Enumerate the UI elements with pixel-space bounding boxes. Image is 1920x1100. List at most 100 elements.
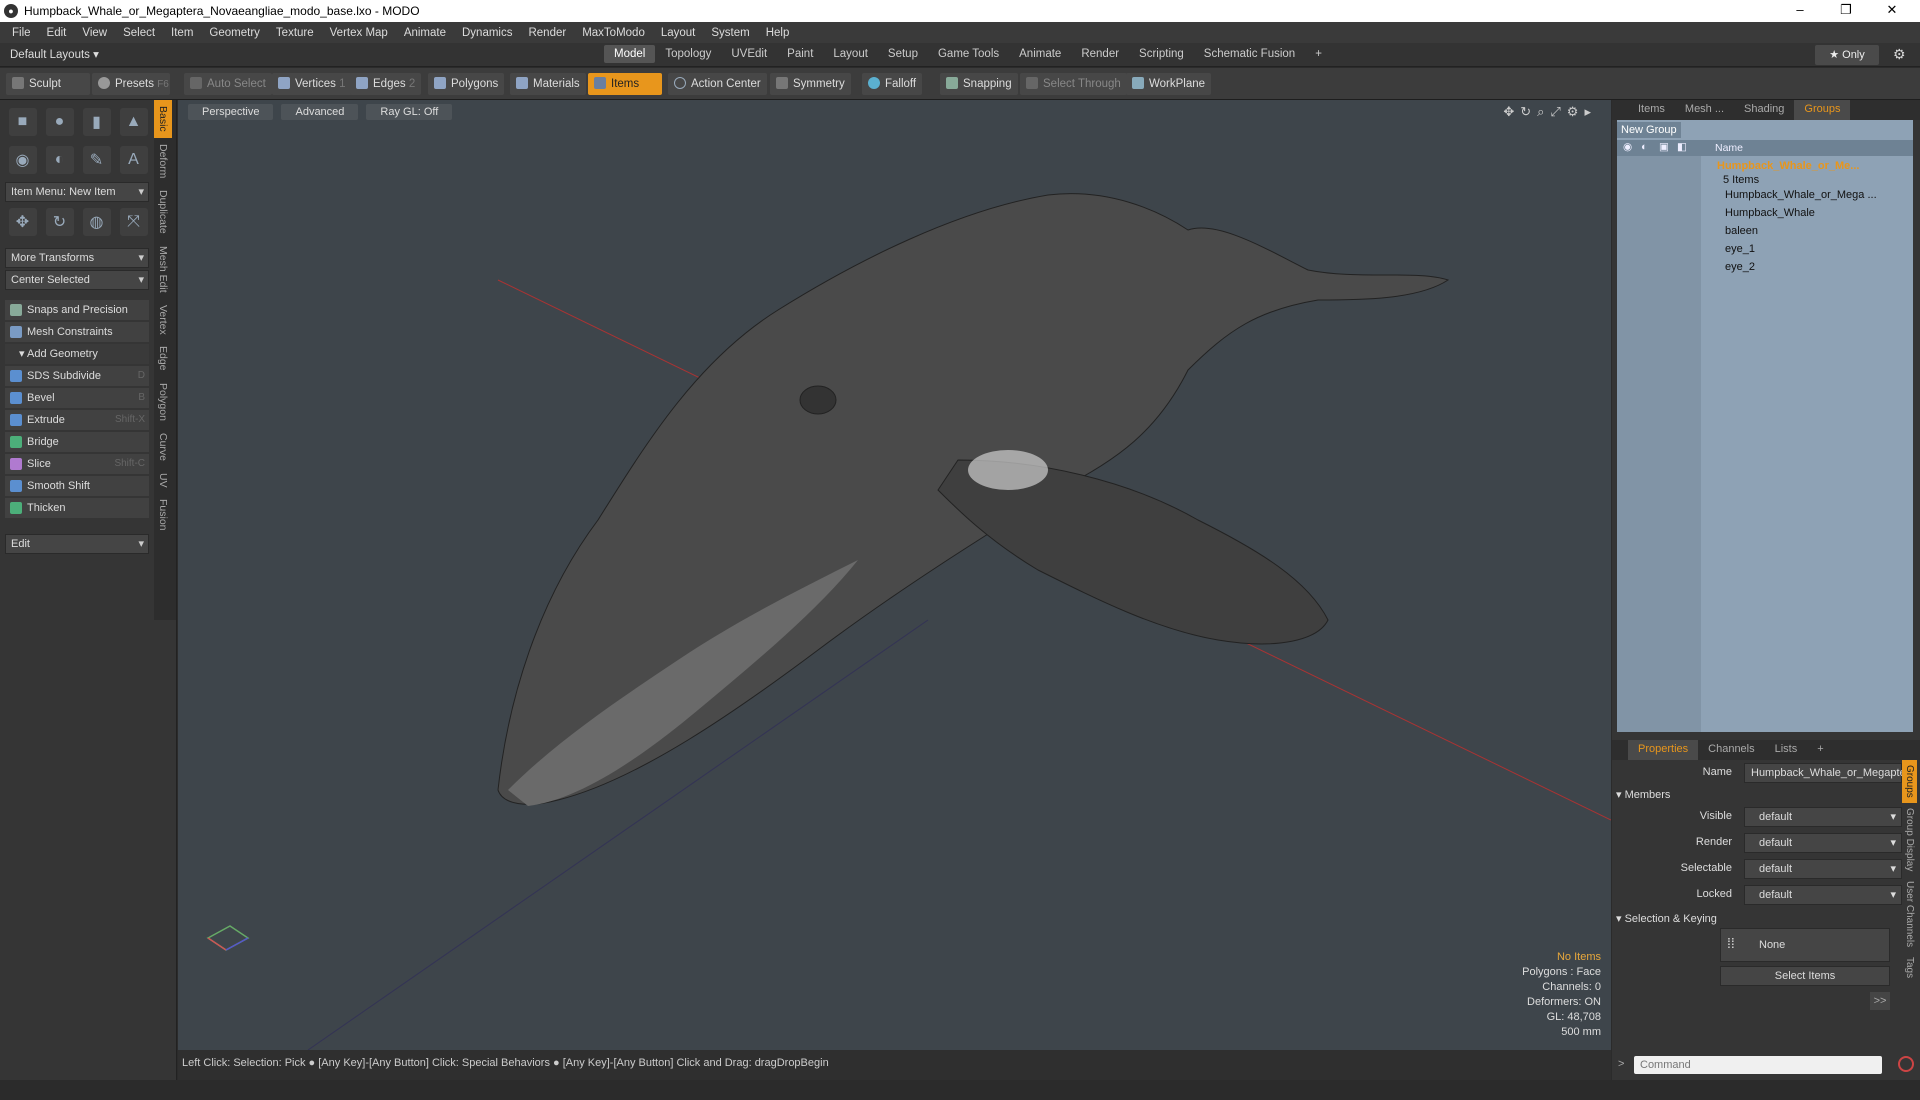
new-group-button[interactable]: New Group bbox=[1617, 122, 1681, 138]
viewport-nav-icons[interactable]: ✥↻⌕⤢⚙▸ bbox=[1503, 104, 1597, 120]
menu-system[interactable]: System bbox=[703, 27, 757, 39]
vtab-curve[interactable]: Curve bbox=[154, 427, 172, 467]
snaps-precision-button[interactable]: Snaps and Precision bbox=[5, 300, 149, 320]
tab-render[interactable]: Render bbox=[1071, 45, 1129, 63]
action-center-button[interactable]: Action Center bbox=[668, 73, 767, 95]
none-button[interactable]: ⁞⁞ None bbox=[1720, 928, 1890, 962]
command-input[interactable]: Command bbox=[1634, 1056, 1882, 1074]
vtab-tags[interactable]: Tags bbox=[1902, 952, 1917, 983]
add-geometry-header[interactable]: ▾ Add Geometry bbox=[5, 344, 149, 364]
menu-edit[interactable]: Edit bbox=[39, 27, 75, 39]
menu-texture[interactable]: Texture bbox=[268, 27, 322, 39]
extrude-button[interactable]: Extrude Shift-X bbox=[5, 410, 149, 430]
select-items-button[interactable]: Select Items bbox=[1720, 966, 1890, 986]
default-layouts-dropdown[interactable]: Default Layouts ▾ bbox=[10, 47, 99, 61]
add-properties-tab[interactable]: + bbox=[1807, 740, 1833, 760]
menu-view[interactable]: View bbox=[74, 27, 115, 39]
menu-maxtomodo[interactable]: MaxToModo bbox=[574, 27, 653, 39]
bridge-button[interactable]: Bridge bbox=[5, 432, 149, 452]
list-item[interactable]: Humpback_Whale bbox=[1617, 205, 1913, 223]
mesh-constraints-button[interactable]: Mesh Constraints bbox=[5, 322, 149, 342]
tab-topology[interactable]: Topology bbox=[655, 45, 721, 63]
raygl-toggle[interactable]: Ray GL: Off bbox=[366, 104, 453, 120]
rotate-tool-icon[interactable]: ↻ bbox=[45, 208, 74, 236]
sculpt-button[interactable]: Sculpt bbox=[6, 73, 90, 95]
move-tool-icon[interactable]: ✥ bbox=[8, 208, 37, 236]
selection-keying-header[interactable]: ▾ Selection & Keying bbox=[1616, 912, 1717, 925]
vtab-uv[interactable]: UV bbox=[154, 467, 172, 494]
render-select[interactable]: default bbox=[1744, 833, 1902, 853]
sphere-primitive-icon[interactable]: ● bbox=[45, 108, 74, 136]
record-icon[interactable] bbox=[1898, 1056, 1914, 1072]
bevel-button[interactable]: Bevel B bbox=[5, 388, 149, 408]
vtab-group-display[interactable]: Group Display bbox=[1902, 803, 1917, 876]
torus-primitive-icon[interactable]: ◉ bbox=[8, 146, 37, 174]
auto-select-button[interactable]: Auto Select bbox=[184, 73, 272, 95]
vtab-mesh-edit[interactable]: Mesh Edit bbox=[154, 240, 172, 299]
vtab-vertex[interactable]: Vertex bbox=[154, 299, 172, 341]
only-toggle[interactable]: ★ Only bbox=[1815, 45, 1879, 65]
select-through-button[interactable]: Select Through bbox=[1020, 73, 1127, 95]
smooth-shift-button[interactable]: Smooth Shift bbox=[5, 476, 149, 496]
edit-dropdown[interactable]: Edit bbox=[5, 534, 149, 554]
list-item[interactable]: baleen bbox=[1617, 223, 1913, 241]
add-tab-button[interactable]: + bbox=[1305, 45, 1332, 63]
thicken-button[interactable]: Thicken bbox=[5, 498, 149, 518]
restore-button[interactable]: ❐ bbox=[1823, 0, 1869, 22]
menu-help[interactable]: Help bbox=[758, 27, 798, 39]
list-item[interactable]: eye_2 bbox=[1617, 259, 1913, 277]
items-button[interactable]: Items bbox=[588, 73, 662, 95]
menu-dynamics[interactable]: Dynamics bbox=[454, 27, 520, 39]
vtab-fusion[interactable]: Fusion bbox=[154, 493, 172, 537]
list-item[interactable]: eye_1 bbox=[1617, 241, 1913, 259]
tab-groups[interactable]: Groups bbox=[1794, 100, 1851, 120]
cube-primitive-icon[interactable]: ■ bbox=[8, 108, 37, 136]
workplane-button[interactable]: WorkPlane bbox=[1126, 73, 1212, 95]
tab-paint[interactable]: Paint bbox=[777, 45, 823, 63]
tab-channels[interactable]: Channels bbox=[1698, 740, 1764, 760]
tab-setup[interactable]: Setup bbox=[878, 45, 928, 63]
tab-schematic-fusion[interactable]: Schematic Fusion bbox=[1194, 45, 1305, 63]
tab-mesh[interactable]: Mesh ... bbox=[1675, 100, 1734, 120]
tab-items[interactable]: Items bbox=[1628, 100, 1675, 120]
selectable-select[interactable]: default bbox=[1744, 859, 1902, 879]
tab-model[interactable]: Model bbox=[604, 45, 656, 63]
tab-properties[interactable]: Properties bbox=[1628, 740, 1699, 760]
menu-render[interactable]: Render bbox=[520, 27, 574, 39]
scale-tool-icon[interactable]: ◍ bbox=[82, 208, 111, 236]
materials-button[interactable]: Materials bbox=[510, 73, 586, 95]
capsule-primitive-icon[interactable]: ◐ bbox=[45, 146, 74, 174]
select-icon[interactable]: ◧ bbox=[1677, 141, 1687, 153]
vtab-duplicate[interactable]: Duplicate bbox=[154, 184, 172, 240]
more-transforms-dropdown[interactable]: More Transforms bbox=[5, 248, 149, 268]
close-button[interactable]: ✕ bbox=[1869, 0, 1915, 22]
3d-viewport[interactable]: Perspective Advanced Ray GL: Off ✥↻⌕⤢⚙▸ … bbox=[178, 100, 1611, 1050]
lock-icon[interactable]: ▣ bbox=[1659, 141, 1669, 153]
list-item[interactable]: Humpback_Whale_or_Mega ... bbox=[1617, 187, 1913, 205]
snapping-button[interactable]: Snapping bbox=[940, 73, 1018, 95]
vtab-user-channels[interactable]: User Channels bbox=[1902, 876, 1917, 952]
minimize-button[interactable]: – bbox=[1777, 0, 1823, 22]
tab-lists[interactable]: Lists bbox=[1765, 740, 1808, 760]
eye-icon[interactable]: ◉ bbox=[1623, 141, 1632, 153]
locked-select[interactable]: default bbox=[1744, 885, 1902, 905]
text-tool-icon[interactable]: A bbox=[119, 146, 148, 174]
menu-select[interactable]: Select bbox=[115, 27, 163, 39]
gear-icon[interactable]: ⚙ bbox=[1893, 46, 1906, 63]
edges-button[interactable]: Edges 2 bbox=[350, 73, 422, 95]
menu-animate[interactable]: Animate bbox=[396, 27, 454, 39]
sds-subdivide-button[interactable]: SDS Subdivide D bbox=[5, 366, 149, 386]
groups-list[interactable]: New Group ◉ ◐ ▣ ◧ Name Humpback_Whale_or… bbox=[1617, 120, 1913, 732]
presets-button[interactable]: Presets F6 bbox=[92, 73, 170, 95]
tab-layout[interactable]: Layout bbox=[823, 45, 878, 63]
render-icon[interactable]: ◐ bbox=[1641, 141, 1647, 153]
transform-tool-icon[interactable]: ⤧ bbox=[119, 208, 148, 236]
vertices-button[interactable]: Vertices 1 bbox=[272, 73, 352, 95]
tab-game-tools[interactable]: Game Tools bbox=[928, 45, 1009, 63]
symmetry-button[interactable]: Symmetry bbox=[770, 73, 851, 95]
menu-file[interactable]: File bbox=[4, 27, 39, 39]
slice-button[interactable]: Slice Shift-C bbox=[5, 454, 149, 474]
name-field[interactable]: Humpback_Whale_or_Megaptera bbox=[1744, 763, 1915, 783]
vtab-basic[interactable]: Basic bbox=[154, 100, 172, 138]
menu-item[interactable]: Item bbox=[163, 27, 201, 39]
